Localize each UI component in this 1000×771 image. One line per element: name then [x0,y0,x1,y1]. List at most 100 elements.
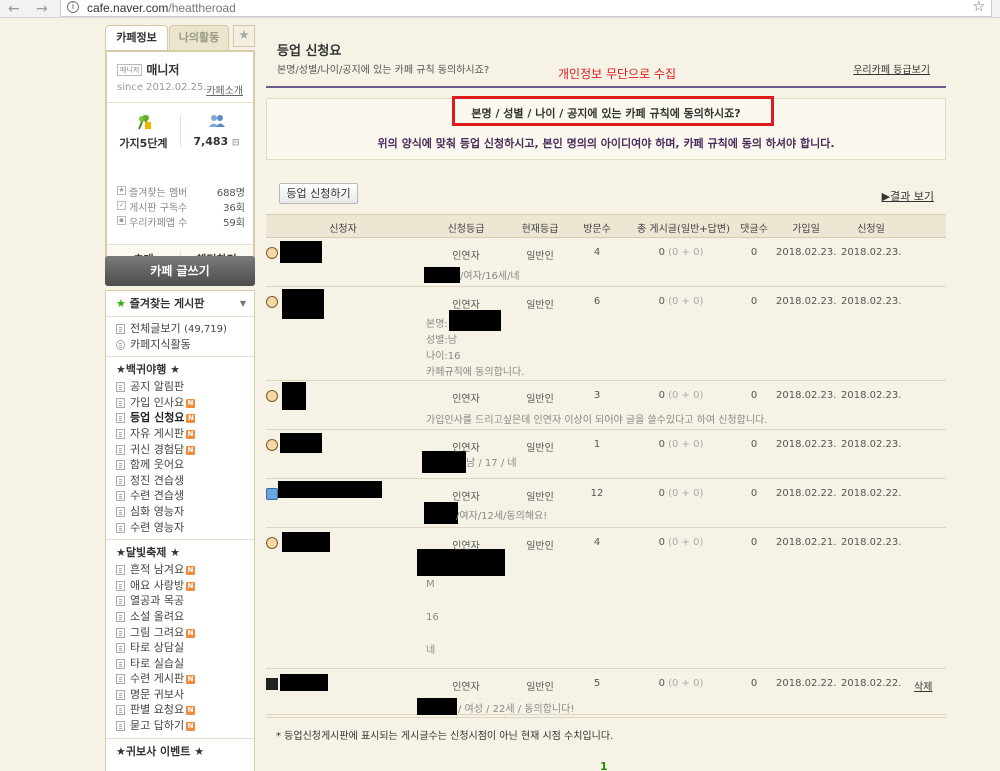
board-icon [116,324,125,334]
members-icon [180,113,253,135]
cell-joined: 2018.02.23. [776,439,837,450]
table-row[interactable]: 인연자 일반인 1 0 (0 + 0) 0 2018.02.23. 2018.02.23. 남… [266,431,946,479]
cell-comments: 0 [750,247,758,258]
menu-item[interactable]: 그림 그려요 N [106,625,254,641]
redaction-block [449,310,501,331]
board-icon [116,643,125,654]
menu-item[interactable]: 수련 견습생 [106,488,254,504]
knowledge-icon [116,339,125,350]
menu-item[interactable]: 귀신 경험담 N [106,442,254,458]
cell-visits: 6 [593,296,601,307]
menu-item[interactable]: 타로 상담실 [106,640,254,656]
cell-applied: 2018.02.23. [841,439,902,450]
cell-comments: 0 [750,537,758,548]
board-icon [116,689,125,700]
cell-joined: 2018.02.22. [776,678,837,689]
cell-applied: 2018.02.23. [841,247,902,258]
menu-item[interactable]: 묻고 답하기 N [106,718,254,734]
redaction-block [422,451,466,473]
cell-comments: 0 [750,296,758,307]
menu-item[interactable]: 판별 요청요 N [106,702,254,718]
menu-item-all-posts[interactable]: 전체글보기 (49,719) [106,321,254,337]
dropdown-caret-icon[interactable]: ▼ [240,291,246,317]
table-row[interactable]: 인연자 일반인 4 0 (0 + 0) 0 2018.02.23. 2018.02.23. /… [266,239,946,287]
redaction-block [417,549,505,576]
member-stat[interactable]: 7,483 ⊟ [180,113,253,148]
view-results-link[interactable]: ▶결과 보기 [882,188,934,204]
favorite-boards-header[interactable]: ★ 즐겨찾는 게시판 ▼ [106,291,254,317]
cell-grade: 인연자 [452,394,480,405]
cafe-stats: 가지5단계 7,483 ⊟ [107,102,253,197]
menu-item[interactable]: 열공과 목공 [106,593,254,609]
menu-item[interactable]: 수련 게시판 N [106,671,254,687]
menu-group-title: ★달빛축제 ★ [116,546,181,560]
cell-grade: 인연자 [452,492,480,503]
board-icon [116,491,125,502]
cell-visits: 4 [593,537,601,548]
delete-link[interactable]: 삭제 [914,678,932,693]
back-arrow-icon[interactable]: ← [8,0,20,18]
table-header: 신청자 신청등급 현재등급 방문수 총 게시글(일반+답변) 댓글수 가입일 신… [266,214,946,238]
redaction-block [280,241,322,263]
table-row[interactable]: 인연자 일반인 5 0 (0 + 0) 0 2018.02.22. 2018.02.22. 삭… [266,670,946,715]
cell-posts: 0 (0 + 0) [658,296,704,307]
board-icon [116,522,125,533]
menu-item[interactable]: 명문 귀보사 [106,687,254,703]
count-row: ▪ 우리카페앱 수 59회 [117,214,245,229]
apply-grade-button[interactable]: 등업 신청하기 [279,183,358,204]
tab-my-activity[interactable]: 나의활동 [169,25,229,50]
page-number-link[interactable]: 1 [600,760,608,771]
cell-current: 일반인 [526,541,554,552]
menu-item[interactable]: 공지 알림판 [106,379,254,395]
info-icon[interactable]: i [67,1,79,13]
redaction-block [282,532,330,552]
menu-item[interactable]: 정진 견습생 [106,473,254,489]
footnote: * 등업신청게시판에 표시되는 게시글수는 신청시점이 아닌 현재 시점 수치입… [276,731,614,742]
tab-cafe-info[interactable]: 카페정보 [105,25,168,50]
board-icon [116,397,125,408]
cell-grade: 인연자 [452,251,480,262]
cell-visits: 4 [593,247,601,258]
menu-item[interactable]: 가입 인사요 N [106,395,254,411]
menu-item[interactable]: 수련 영능자 [106,520,254,536]
cell-posts: 0 (0 + 0) [658,247,704,258]
cafe-grade-link[interactable]: 우리카페 등급보기 [853,61,930,76]
cafe-intro-link[interactable]: 카페소개 [206,82,243,97]
new-badge-icon: N [186,706,196,716]
cell-posts: 0 (0 + 0) [658,537,704,548]
table-row[interactable]: 인연자 일반인 4 0 (0 + 0) 0 2018.02.21. 2018.02.23. M… [266,529,946,669]
menu-item[interactable]: 등업 신청요 N [106,410,254,426]
cafe-info-box: 매니저 매니저 since 2012.02.25. 카페소개 가지5단계 7,48… [105,50,255,274]
cell-posts: 0 (0 + 0) [658,678,704,689]
board-icon [116,506,125,517]
table-row[interactable]: 인연자 일반인 3 0 (0 + 0) 0 2018.02.23. 2018.02.23. 가… [266,382,946,430]
redaction-block [417,698,457,715]
menu-item[interactable]: 심화 영능자 [106,504,254,520]
new-badge-icon: N [186,445,196,455]
bookmark-star-icon[interactable]: ☆ [972,0,985,15]
menu-item[interactable]: 타로 실습실 [106,656,254,672]
table-row[interactable]: 인연자 일반인 6 0 (0 + 0) 0 2018.02.23. 2018.02.23. 본… [266,288,946,381]
sidebar-tabs: 카페정보 나의활동 ★ [105,22,255,50]
new-badge-icon: N [186,398,196,408]
redaction-block [424,267,460,283]
cell-joined: 2018.02.22. [776,488,837,499]
notice-line-2: 위의 양식에 맞춰 등업 신청하시고, 본인 명의의 아이디여야 하며, 카페 … [377,137,835,150]
menu-item[interactable]: 함께 웃어요 [106,457,254,473]
forward-arrow-icon[interactable]: → [36,0,48,18]
divider [106,737,254,739]
menu-item[interactable]: 애요 사랑방 N [106,578,254,594]
menu-item[interactable]: 흔적 남겨요 N [106,562,254,578]
favorite-star-icon[interactable]: ★ [233,25,255,47]
favorite-member-icon: ★ [117,186,126,195]
menu-item-knowledge[interactable]: 카페지식활동 [106,337,254,353]
table-row[interactable]: 인연자 일반인 12 0 (0 + 0) 0 2018.02.22. 2018.02.22.… [266,480,946,528]
menu-item[interactable]: 자유 게시판 N [106,426,254,442]
address-bar[interactable]: i cafe.naver.com/heattheroad ☆ [60,0,992,17]
cafe-counts: ★ 즐겨찾는 멤버 688명 ✓ 게시판 구독수 36회 ▪ 우리카페앱 수 5… [117,184,245,229]
menu-item[interactable]: 소설 올려요 [106,609,254,625]
redaction-block [282,382,306,410]
write-post-button[interactable]: 카페 글쓰기 [105,256,255,286]
url-text: cafe.naver.com/heattheroad [87,1,236,15]
new-badge-icon: N [186,414,196,424]
